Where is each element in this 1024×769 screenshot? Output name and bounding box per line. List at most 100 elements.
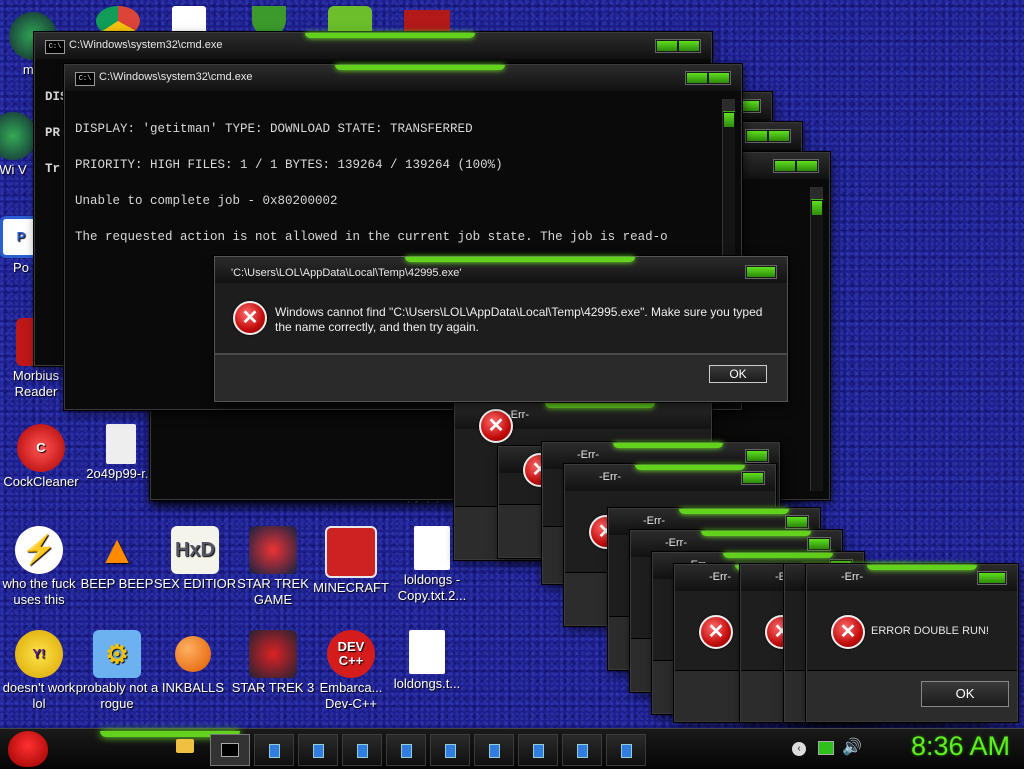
desktop-icon-label: BEEP BEEP [80,576,154,591]
desktop-icon-minecraft[interactable]: MINECRAFT [308,526,394,596]
error-icon: ✕ [233,301,267,335]
desktop-icon-label: Embarca... Dev-C++ [319,680,383,711]
angry-bird-icon[interactable] [8,731,48,767]
title-bar[interactable]: -Err- [807,565,1017,591]
vlc-cone-icon: ▲ [97,528,137,572]
desktop-icon-label: STAR TREK GAME [237,576,309,607]
title-bar[interactable]: -Err- [565,465,775,491]
network-icon[interactable] [818,741,834,755]
window-controls[interactable] [977,571,1007,585]
cleaner-brush-icon: C [17,424,65,472]
error-message: Windows cannot find "C:\Users\LOL\AppDat… [275,305,763,334]
desktop-icon-loldongs[interactable]: loldongs.t... [384,630,470,692]
window-controls[interactable] [655,39,701,53]
window-title: -Err- [577,449,599,461]
desktop-icon-doesnt-work[interactable]: Y! doesn't work lol [0,630,82,712]
window-controls[interactable] [745,265,777,279]
taskbar-button[interactable] [562,734,602,766]
taskbar-button[interactable] [474,734,514,766]
cmd-icon [221,743,239,757]
scrollbar[interactable] [810,187,823,491]
windows-cannot-find-dialog[interactable]: 'C:\Users\LOL\AppData\Local\Temp\42995.e… [214,256,788,402]
desktop-icon-label: CockCleaner [3,474,79,489]
text-file-icon [414,526,450,570]
window-controls[interactable] [773,159,819,173]
taskbar-button[interactable] [298,734,338,766]
desktop-icon-label: loldongs - Copy.txt.2... [397,572,467,603]
desktop-icon-label: INKBALLS [161,680,225,695]
desktop-icon-label: Wi V [0,162,27,177]
desktop-icon-label: 2o49p99-r... [86,466,156,481]
window-controls[interactable] [745,449,769,463]
desktop-icon-label: Morbius Reader [12,368,60,399]
cmd-icon: C:\ [75,72,95,86]
desktop-icon-label: probably not a rogue [75,680,159,711]
unknown-app-icon [0,112,37,160]
star-trek-icon [249,630,297,678]
window-title: -Err- [709,571,731,583]
taskbar-button[interactable] [518,734,558,766]
window-title: C:\Windows\system32\cmd.exe [69,39,223,51]
error-icon: ✕ [699,615,733,649]
desktop-icon-probably-not-a-rogue[interactable]: ⚙ probably not a rogue [74,630,160,712]
window-title: 'C:\Users\LOL\AppData\Local\Temp\42995.e… [231,267,462,279]
window-title: -Err- [599,471,621,483]
desktop-icon-star-trek-3[interactable]: STAR TREK 3 [230,630,316,696]
window-controls[interactable] [741,471,765,485]
desktop-icon-star-trek-game[interactable]: STAR TREK GAME [230,526,316,608]
desktop-icon-who-uses-this[interactable]: ⚡ who the fuck uses this [0,526,82,608]
lightning-icon: ⚡ [15,526,63,574]
window-controls[interactable] [745,129,791,143]
console-line: PRIORITY: HIGH FILES: 1 / 1 BYTES: 13926… [75,158,503,172]
folder-icon[interactable] [176,739,194,753]
taskbar-button[interactable] [342,734,382,766]
taskbar-button[interactable] [254,734,294,766]
desktop-icon-label: STAR TREK 3 [231,680,315,695]
taskbar-button[interactable] [386,734,426,766]
dev-cpp-icon: DEV C++ [327,630,375,678]
desktop-icon-sex-editior[interactable]: HxD SEX EDITIOR [152,526,238,592]
title-bar[interactable]: C:\ C:\Windows\system32\cmd.exe [65,65,741,91]
desktop-icon-label: Po [13,260,29,275]
taskbar-clock[interactable]: 8:36 AM [911,731,1010,762]
error-message: ERROR DOUBLE RUN! [871,625,989,637]
yahoo-messenger-icon: Y! [15,630,63,678]
window-controls[interactable] [807,537,831,551]
title-bar[interactable]: 'C:\Users\LOL\AppData\Local\Temp\42995.e… [215,257,787,283]
speaker-icon[interactable]: 🔊 [842,737,862,757]
ok-button[interactable]: OK [709,365,767,383]
desktop-icon-inkballs[interactable]: INKBALLS [150,630,236,696]
hxd-icon: HxD [171,526,219,574]
desktop-icon-dev-cpp[interactable]: DEV C++ Embarca... Dev-C++ [308,630,394,712]
minecraft-icon [325,526,377,578]
taskbar-button-cmd[interactable] [210,734,250,766]
console-line: DISPLAY: 'getitman' TYPE: DOWNLOAD STATE… [75,122,473,136]
inkball-icon [169,630,217,678]
desktop-icon-label: who the fuck uses this [2,576,76,607]
star-trek-icon [249,526,297,574]
err-dialog-front[interactable]: -Err- ✕ ERROR DOUBLE RUN! OK [806,564,1018,722]
desktop-icon-label: loldongs.t... [393,676,461,691]
ok-button[interactable]: OK [921,681,1009,707]
desktop-icon-label: MINECRAFT [313,580,389,595]
window-title: -Err- [643,515,665,527]
desktop-icon-beep-beep[interactable]: ▲ BEEP BEEP [74,526,160,592]
window-controls[interactable] [785,515,809,529]
desktop-icon-label: SEX EDITIOR [153,576,237,591]
error-icon: ✕ [831,615,865,649]
window-title: C:\Windows\system32\cmd.exe [99,71,253,83]
cmd-icon: C:\ [45,40,65,54]
settings-gears-icon: ⚙ [93,630,141,678]
taskbar-button[interactable] [606,734,646,766]
window-title: -Err- [665,537,687,549]
back-arrow-icon[interactable]: ‹ [792,742,806,756]
text-file-icon [409,630,445,674]
error-icon: ✕ [479,409,513,443]
taskbar-button[interactable] [430,734,470,766]
desktop-icon-cockcleaner[interactable]: C CockCleaner [0,424,86,490]
taskbar: ‹ 🔊 8:36 AM [0,728,1024,769]
window-controls[interactable] [685,71,731,85]
title-bar[interactable]: C:\ C:\Windows\system32\cmd.exe [35,33,711,59]
window-title: -Err- [841,571,863,583]
document-icon [106,424,136,464]
